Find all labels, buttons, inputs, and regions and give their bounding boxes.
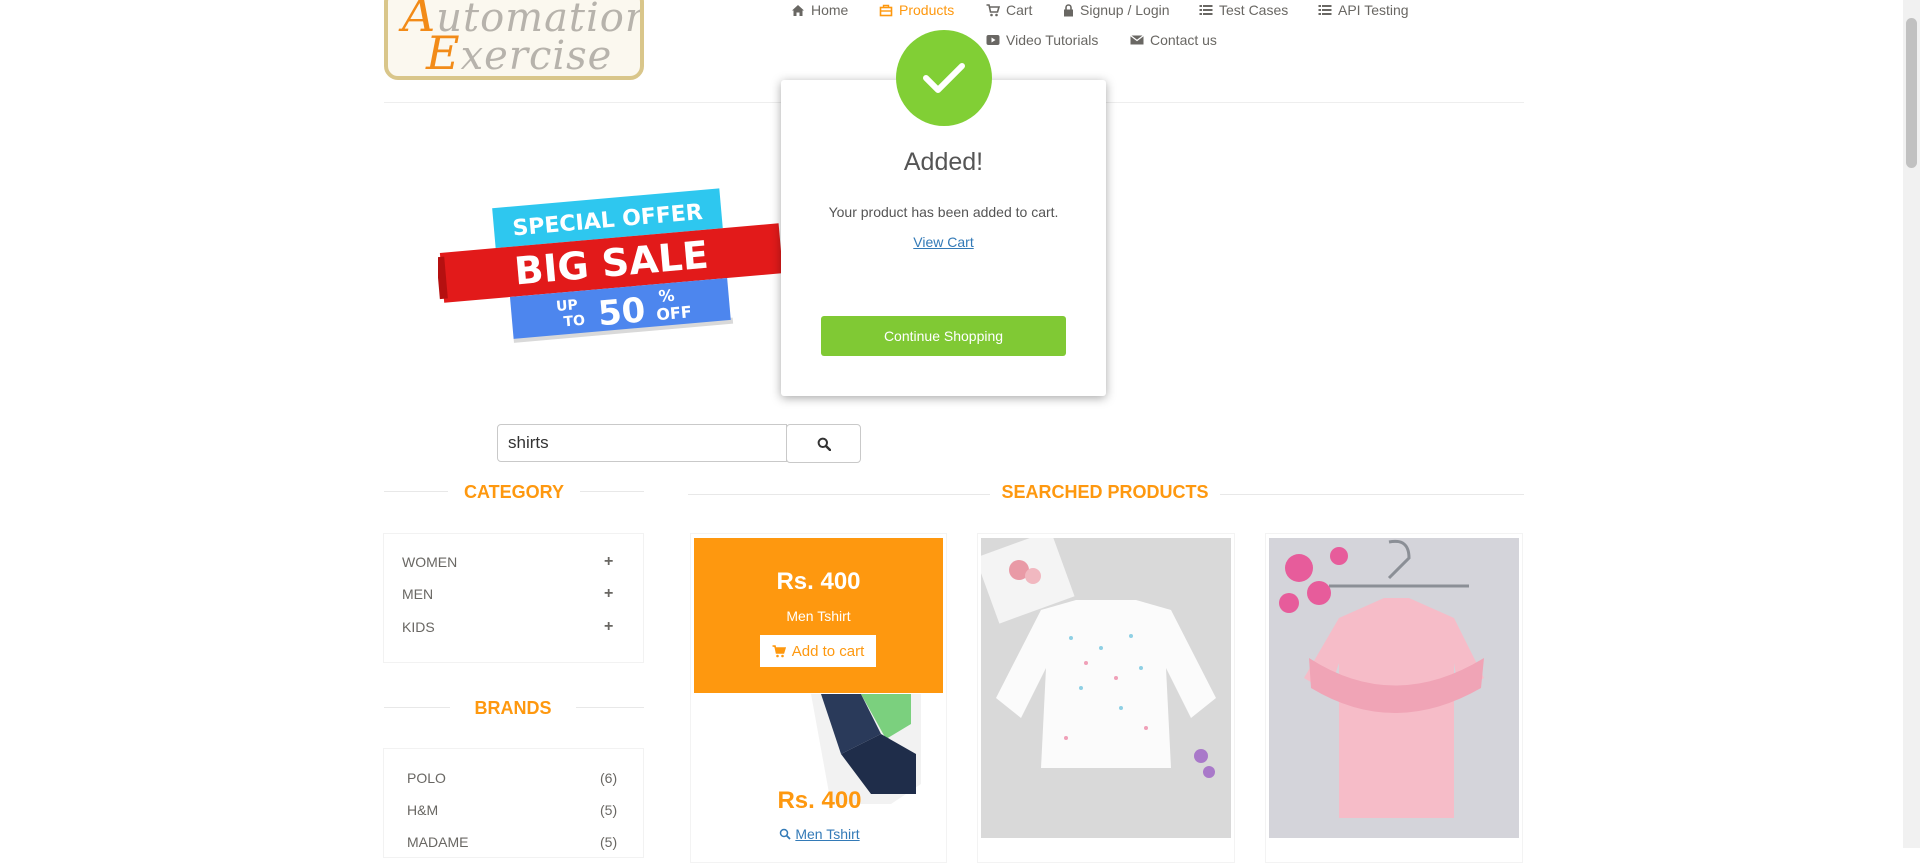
add-to-cart-label: Add to cart — [791, 642, 865, 660]
cart-icon — [986, 3, 1000, 16]
expand-men-icon[interactable]: + — [604, 585, 613, 603]
nav-cart[interactable]: Cart — [986, 2, 1032, 18]
nav-products[interactable]: Products — [879, 2, 954, 18]
logo-letter-e: E — [426, 26, 461, 80]
nav-contact-us-label: Contact us — [1150, 32, 1217, 48]
expand-kids-icon[interactable]: + — [604, 618, 613, 636]
category-men[interactable]: MEN — [402, 586, 433, 602]
view-product-label: Men Tshirt — [795, 826, 860, 842]
category-women[interactable]: WOMEN — [402, 554, 457, 570]
brands-title: BRANDS — [450, 698, 576, 719]
category-title: CATEGORY — [448, 482, 580, 503]
white-top-image — [981, 538, 1231, 838]
product-hover-overlay: Rs. 400 Men Tshirt Add to cart — [694, 538, 943, 693]
special-offer-banner: SPECIAL OFFER BIG SALE UP TO 50 % OFF — [438, 188, 783, 343]
nav-video-tutorials[interactable]: Video Tutorials — [986, 32, 1098, 48]
nav-api-testing[interactable]: API Testing — [1318, 2, 1409, 18]
nav-video-tutorials-label: Video Tutorials — [1006, 32, 1099, 48]
category-kids[interactable]: KIDS — [402, 619, 435, 635]
nav-test-cases-label: Test Cases — [1219, 2, 1289, 18]
success-check-icon — [896, 30, 992, 126]
search-icon — [817, 437, 831, 451]
nav-cart-label: Cart — [1006, 2, 1033, 18]
nav-signup-login[interactable]: Signup / Login — [1063, 2, 1170, 18]
modal-message: Your product has been added to cart. — [828, 204, 1059, 220]
envelope-icon — [1130, 35, 1144, 45]
brand-hm[interactable]: H&M — [407, 802, 438, 818]
product-card — [977, 533, 1235, 863]
view-cart-link[interactable]: View Cart — [913, 234, 973, 250]
list-icon — [1199, 5, 1213, 15]
nav-test-cases[interactable]: Test Cases — [1199, 2, 1288, 18]
nav-home[interactable]: Home — [791, 2, 848, 18]
add-to-cart-button[interactable]: Add to cart — [760, 635, 876, 667]
products-icon — [879, 4, 893, 16]
search-button[interactable] — [786, 424, 861, 463]
brand-polo-count: (6) — [600, 770, 618, 786]
view-product-icon — [780, 828, 791, 840]
banner-percent-value: 50 — [596, 290, 647, 334]
youtube-icon — [986, 35, 1000, 45]
nav-contact-us[interactable]: Contact us — [1130, 32, 1217, 48]
cart-icon — [772, 644, 786, 657]
site-logo[interactable]: Automation Exercise — [384, 0, 644, 80]
product-card — [1265, 533, 1523, 863]
overlay-price: Rs. 400 — [776, 568, 861, 595]
searched-products-title: SEARCHED PRODUCTS — [990, 482, 1220, 503]
product-card: Rs. 400 Men Tshirt Add to cart Rs. 400 M… — [690, 533, 947, 863]
banner-up: UP — [555, 297, 578, 315]
modal-title: Added! — [903, 148, 984, 176]
scrollbar-thumb[interactable] — [1906, 18, 1917, 168]
list-icon — [1318, 5, 1332, 15]
banner-to: TO — [563, 313, 586, 331]
logo-word-exercise: xercise — [460, 33, 613, 79]
brand-hm-count: (5) — [600, 802, 618, 818]
nav-products-label: Products — [899, 2, 955, 18]
brand-polo[interactable]: POLO — [407, 770, 446, 786]
nav-signup-label: Signup / Login — [1080, 2, 1170, 18]
nav-api-testing-label: API Testing — [1338, 2, 1409, 18]
expand-women-icon[interactable]: + — [604, 553, 613, 571]
product-price: Rs. 400 — [777, 787, 862, 814]
overlay-product-name: Men Tshirt — [786, 608, 851, 624]
view-product-link[interactable]: Men Tshirt — [691, 826, 946, 842]
pink-top-image — [1269, 538, 1519, 838]
banner-off: OFF — [656, 302, 693, 324]
continue-shopping-button[interactable]: Continue Shopping — [821, 316, 1066, 356]
home-icon — [792, 4, 804, 16]
lock-icon — [1064, 3, 1073, 16]
nav-home-label: Home — [811, 2, 849, 18]
search-input[interactable] — [497, 424, 787, 462]
